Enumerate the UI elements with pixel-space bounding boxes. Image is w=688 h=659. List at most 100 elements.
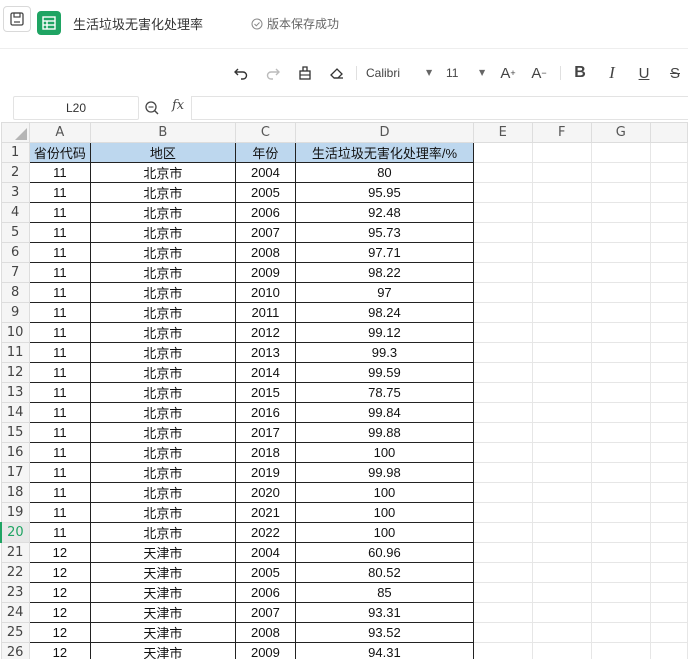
data-cell[interactable]: 11 [28,322,92,343]
column-header-partial[interactable] [649,122,688,143]
data-cell[interactable]: 2014 [234,362,297,383]
column-header-a[interactable]: A [28,122,92,143]
select-all-corner[interactable] [0,122,30,143]
bold-icon[interactable]: B [571,64,589,82]
empty-cell[interactable] [531,262,592,283]
column-header-g[interactable]: G [590,122,651,143]
data-cell[interactable]: 95.73 [295,222,474,243]
empty-cell[interactable] [590,642,651,659]
row-header[interactable]: 24 [0,602,30,623]
data-cell[interactable]: 北京市 [90,522,236,543]
empty-cell[interactable] [531,502,592,523]
data-cell[interactable]: 天津市 [90,602,236,623]
data-cell[interactable]: 98.24 [295,302,474,323]
row-header[interactable]: 10 [0,322,30,343]
data-cell[interactable]: 11 [28,462,92,483]
row-header[interactable]: 5 [0,222,30,243]
data-cell[interactable]: 94.31 [295,642,474,659]
row-header[interactable]: 22 [0,562,30,583]
row-header[interactable]: 13 [0,382,30,403]
data-cell[interactable]: 2017 [234,422,297,443]
data-cell[interactable]: 99.84 [295,402,474,423]
data-cell[interactable]: 78.75 [295,382,474,403]
empty-cell[interactable] [649,202,688,223]
data-cell[interactable]: 2008 [234,242,297,263]
data-cell[interactable]: 2010 [234,282,297,303]
data-cell[interactable]: 11 [28,162,92,183]
empty-cell[interactable] [472,242,533,263]
data-cell[interactable]: 2008 [234,622,297,643]
empty-cell[interactable] [531,642,592,659]
empty-cell[interactable] [649,302,688,323]
data-cell[interactable]: 60.96 [295,542,474,563]
data-cell[interactable]: 北京市 [90,442,236,463]
undo-icon[interactable] [232,64,250,82]
empty-cell[interactable] [531,202,592,223]
column-header-b[interactable]: B [90,122,236,143]
empty-cell[interactable] [472,422,533,443]
column-header-e[interactable]: E [472,122,533,143]
empty-cell[interactable] [472,302,533,323]
data-cell[interactable]: 北京市 [90,262,236,283]
row-header[interactable]: 23 [0,582,30,603]
empty-cell[interactable] [531,602,592,623]
row-header[interactable]: 26 [0,642,30,659]
data-cell[interactable]: 北京市 [90,302,236,323]
empty-cell[interactable] [649,622,688,643]
data-cell[interactable]: 2022 [234,522,297,543]
empty-cell[interactable] [649,562,688,583]
row-header[interactable]: 4 [0,202,30,223]
data-cell[interactable]: 80 [295,162,474,183]
data-cell[interactable]: 11 [28,482,92,503]
row-header[interactable]: 1 [0,142,30,163]
empty-cell[interactable] [531,442,592,463]
empty-cell[interactable] [472,502,533,523]
row-header[interactable]: 8 [0,282,30,303]
underline-icon[interactable]: U [635,64,653,82]
data-cell[interactable]: 100 [295,482,474,503]
empty-cell[interactable] [590,522,651,543]
data-cell[interactable]: 11 [28,262,92,283]
data-cell[interactable]: 北京市 [90,342,236,363]
data-cell[interactable]: 11 [28,182,92,203]
empty-cell[interactable] [472,442,533,463]
empty-cell[interactable] [531,582,592,603]
empty-cell[interactable] [590,602,651,623]
empty-cell[interactable] [649,602,688,623]
empty-cell[interactable] [649,462,688,483]
font-name-select[interactable]: Calibri [366,66,400,80]
data-cell[interactable]: 11 [28,342,92,363]
data-cell[interactable]: 99.12 [295,322,474,343]
empty-cell[interactable] [531,342,592,363]
empty-cell[interactable] [649,642,688,659]
data-cell[interactable]: 12 [28,642,92,659]
increase-font-size-icon[interactable]: A + [499,64,517,82]
data-cell[interactable]: 2004 [234,162,297,183]
row-header[interactable]: 9 [0,302,30,323]
data-cell[interactable]: 北京市 [90,382,236,403]
empty-cell[interactable] [590,242,651,263]
data-cell[interactable]: 2012 [234,322,297,343]
empty-cell[interactable] [531,402,592,423]
empty-cell[interactable] [472,142,533,163]
row-header[interactable]: 18 [0,482,30,503]
data-cell[interactable]: 天津市 [90,622,236,643]
row-header[interactable]: 6 [0,242,30,263]
empty-cell[interactable] [590,182,651,203]
empty-cell[interactable] [649,242,688,263]
data-cell[interactable]: 100 [295,522,474,543]
data-cell[interactable]: 100 [295,502,474,523]
data-cell[interactable]: 11 [28,362,92,383]
font-size-dropdown-icon[interactable]: ▼ [479,68,485,77]
cell-reference-box[interactable]: L20 [13,96,139,120]
empty-cell[interactable] [590,482,651,503]
data-cell[interactable]: 11 [28,202,92,223]
data-cell[interactable]: 11 [28,242,92,263]
empty-cell[interactable] [649,342,688,363]
row-header[interactable]: 17 [0,462,30,483]
data-cell[interactable]: 2009 [234,262,297,283]
empty-cell[interactable] [649,362,688,383]
data-cell[interactable]: 93.52 [295,622,474,643]
row-header[interactable]: 20 [0,522,30,543]
empty-cell[interactable] [531,182,592,203]
